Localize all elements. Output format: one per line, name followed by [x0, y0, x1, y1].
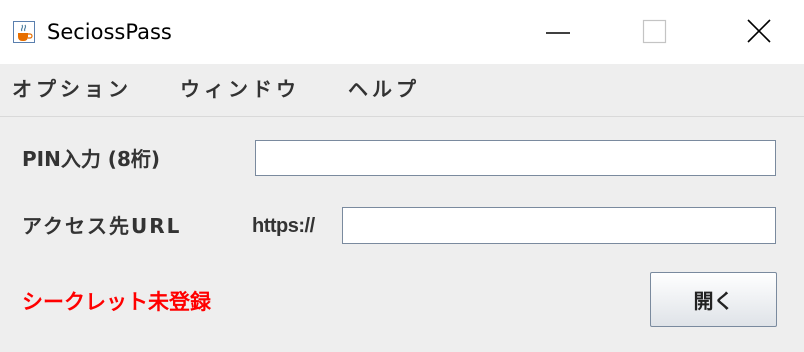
java-cup-icon	[13, 21, 35, 43]
minimize-button[interactable]	[512, 0, 604, 64]
app-window: SeciossPass オプション ウィンドウ ヘルプ PIN入力 (8桁) ア…	[0, 0, 804, 352]
open-button[interactable]: 開く	[650, 272, 777, 327]
menu-bar: オプション ウィンドウ ヘルプ	[0, 64, 804, 117]
pin-label: PIN入力 (8桁)	[22, 147, 160, 171]
menu-help[interactable]: ヘルプ	[348, 76, 420, 102]
close-button[interactable]	[712, 0, 804, 64]
window-title: SeciossPass	[47, 20, 172, 44]
url-prefix-label: https://	[252, 215, 315, 237]
title-bar[interactable]: SeciossPass	[0, 0, 804, 64]
pin-input[interactable]	[255, 140, 776, 176]
close-icon	[747, 19, 771, 43]
minimize-icon	[546, 32, 570, 34]
menu-window[interactable]: ウィンドウ	[180, 76, 300, 102]
maximize-button[interactable]	[604, 0, 696, 64]
status-message: シークレット未登録	[22, 290, 211, 314]
menu-options[interactable]: オプション	[12, 76, 132, 102]
maximize-icon	[642, 19, 667, 44]
url-label: アクセス先URL	[22, 214, 182, 238]
url-input[interactable]	[342, 207, 776, 244]
